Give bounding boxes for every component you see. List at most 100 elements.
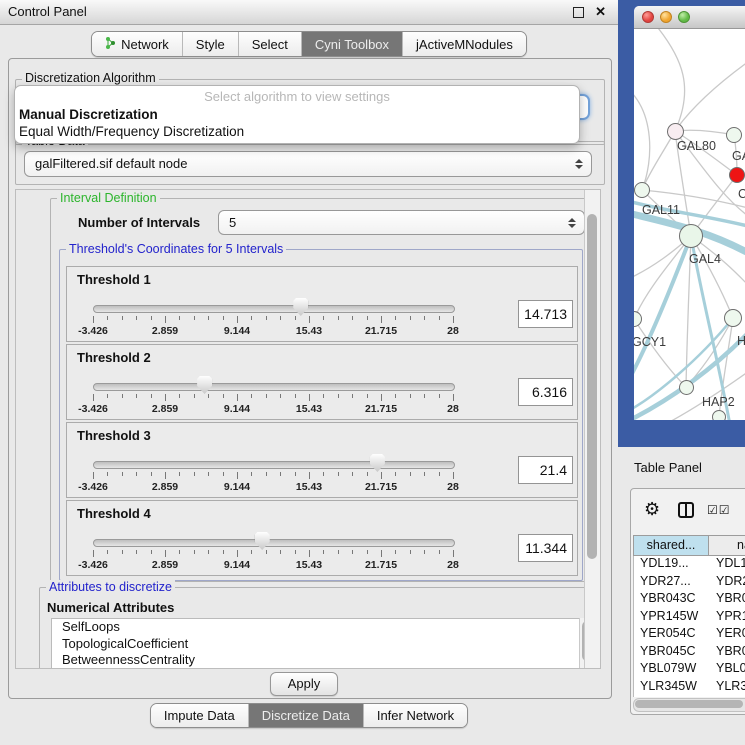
panel-title: Control Panel <box>8 4 87 19</box>
close-icon[interactable]: ✕ <box>595 4 606 19</box>
bottom-tab-bar: Impute DataDiscretize DataInfer Network <box>150 703 468 728</box>
number-of-intervals-value: 5 <box>229 215 236 230</box>
network-view-window: GAL80 GA C GAL11 GAL4 GCY1 H HAP2 <box>618 0 745 447</box>
table-panel: ⚙ ☑☑ shared... na YDL19...YDL1YDR27...YD… <box>630 488 745 715</box>
close-traffic-light-icon[interactable] <box>642 11 654 23</box>
table-row[interactable]: YPR145WYPR1 <box>634 609 745 627</box>
cyni-toolbox-panel: Discretization Algorithm Select algorith… <box>8 58 612 699</box>
node-label: C <box>738 187 745 201</box>
threshold-label: Threshold 3 <box>77 428 151 443</box>
network-node[interactable] <box>712 410 726 420</box>
threshold-panel-4: Threshold 4 -3.4262.8599.14415.4321.71528… <box>66 500 578 576</box>
attribute-item[interactable]: SelfLoops <box>52 619 580 636</box>
column-checkboxes-icon[interactable]: ☑☑ <box>707 503 731 517</box>
threshold-value-field[interactable]: 21.4 <box>518 456 573 484</box>
settings-vertical-scrollbar[interactable] <box>584 190 600 668</box>
node-label: HAP2 <box>702 395 735 409</box>
tab-select[interactable]: Select <box>239 32 302 56</box>
slider-thumb-icon[interactable] <box>255 532 270 550</box>
attribute-item[interactable]: BetweennessCentrality <box>52 652 580 669</box>
combo-arrows-icon <box>575 152 583 176</box>
slider-thumb-icon[interactable] <box>293 298 308 316</box>
threshold-slider[interactable]: -3.4262.8599.14415.4321.71528 <box>93 297 453 341</box>
table-row[interactable]: YBL079WYBL0 <box>634 661 745 679</box>
threshold-label: Threshold 1 <box>77 272 151 287</box>
threshold-panel-3: Threshold 3 -3.4262.8599.14415.4321.71528… <box>66 422 578 498</box>
slider-thumb-icon[interactable] <box>370 454 385 472</box>
threshold-value-field[interactable]: 14.713 <box>518 300 573 328</box>
table-row[interactable]: YER054CYER0 <box>634 626 745 644</box>
table-row[interactable]: YIL052CYIL0 <box>634 696 745 697</box>
node-label: GAL4 <box>689 252 721 266</box>
network-node-gal80[interactable] <box>667 123 684 140</box>
top-tab-bar: NetworkStyleSelectCyni ToolboxjActiveMNo… <box>91 31 527 57</box>
attribute-item[interactable]: TopologicalCoefficient <box>52 636 580 653</box>
tab-impute-data[interactable]: Impute Data <box>151 704 249 727</box>
table-horizontal-scrollbar[interactable] <box>633 698 745 712</box>
algorithm-placeholder: Select algorithm to view settings <box>15 86 579 106</box>
network-node-hap2[interactable] <box>679 380 694 395</box>
tab-infer-network[interactable]: Infer Network <box>364 704 467 727</box>
numerical-attributes-list[interactable]: SelfLoopsTopologicalCoefficientBetweenne… <box>51 618 581 669</box>
attributes-group-title: Attributes to discretize <box>46 580 175 594</box>
node-label: GCY1 <box>634 335 666 349</box>
apply-button[interactable]: Apply <box>270 672 338 696</box>
table-data-selected: galFiltered.sif default node <box>35 156 187 171</box>
network-node-ga[interactable] <box>726 127 742 143</box>
zoom-traffic-light-icon[interactable] <box>678 11 690 23</box>
node-label: GA <box>732 149 745 163</box>
slider-thumb-icon[interactable] <box>197 376 212 394</box>
algorithm-option-manual[interactable]: Manual Discretization <box>15 106 579 123</box>
table-row[interactable]: YDL19...YDL1 <box>634 556 745 574</box>
threshold-value-field[interactable]: 11.344 <box>518 534 573 562</box>
tab-jactivemnodules[interactable]: jActiveMNodules <box>403 32 526 56</box>
network-node-h[interactable] <box>724 309 742 327</box>
control-panel-titlebar: Control Panel ✕ <box>0 0 618 25</box>
threshold-panel-2: Threshold 2 -3.4262.8599.14415.4321.71528… <box>66 344 578 420</box>
threshold-label: Threshold 4 <box>77 506 151 521</box>
table-panel-region: Table Panel ⚙ ☑☑ shared... na YDL19...YD… <box>618 447 745 745</box>
network-window-titlebar[interactable] <box>634 6 745 29</box>
control-panel: Control Panel ✕ NetworkStyleSelectCyni T… <box>0 0 618 745</box>
threshold-slider[interactable]: -3.4262.8599.14415.4321.71528 <box>93 531 453 575</box>
number-of-intervals-combobox[interactable]: 5 <box>218 210 585 235</box>
threshold-label: Threshold 2 <box>77 350 151 365</box>
number-of-intervals-label: Number of Intervals <box>78 215 200 230</box>
table-row[interactable]: YBR043CYBR0 <box>634 591 745 609</box>
node-label: GAL80 <box>677 139 716 153</box>
network-node-c[interactable] <box>729 167 745 183</box>
split-columns-icon[interactable] <box>678 502 694 518</box>
tab-network[interactable]: Network <box>92 32 183 56</box>
table-row[interactable]: YBR045CYBR0 <box>634 644 745 662</box>
network-node-gal11[interactable] <box>634 182 650 198</box>
network-icon <box>105 36 116 52</box>
discretization-algorithm-title: Discretization Algorithm <box>22 71 159 85</box>
column-header-name[interactable]: na <box>709 536 745 555</box>
network-node-gal4[interactable] <box>679 224 703 248</box>
tab-style[interactable]: Style <box>183 32 239 56</box>
gear-icon[interactable]: ⚙ <box>644 499 660 520</box>
tab-cyni-toolbox[interactable]: Cyni Toolbox <box>302 32 403 56</box>
column-header-shared[interactable]: shared... <box>634 536 709 555</box>
node-label: GAL11 <box>642 203 680 217</box>
node-table: shared... na YDL19...YDL1YDR27...YDR2YBR… <box>633 535 745 697</box>
table-row[interactable]: YDR27...YDR2 <box>634 574 745 592</box>
combo-arrows-icon <box>568 211 576 234</box>
threshold-slider[interactable]: -3.4262.8599.14415.4321.71528 <box>93 375 453 419</box>
attributes-group: Attributes to discretize Numerical Attri… <box>39 587 596 669</box>
algorithm-dropdown-popup: Select algorithm to view settings Manual… <box>14 85 580 144</box>
float-window-icon[interactable] <box>573 7 584 18</box>
node-label: H <box>737 334 745 348</box>
table-panel-title: Table Panel <box>634 460 702 475</box>
table-data-combobox[interactable]: galFiltered.sif default node <box>24 151 592 177</box>
table-toolbar: ⚙ ☑☑ <box>631 489 745 535</box>
network-canvas[interactable]: GAL80 GA C GAL11 GAL4 GCY1 H HAP2 <box>634 29 745 420</box>
threshold-value-field[interactable]: 6.316 <box>518 378 573 406</box>
tab-discretize-data[interactable]: Discretize Data <box>249 704 364 727</box>
threshold-slider[interactable]: -3.4262.8599.14415.4321.71528 <box>93 453 453 497</box>
thresholds-group-title: Threshold's Coordinates for 5 Intervals <box>66 242 286 256</box>
interval-definition-title: Interval Definition <box>57 191 160 205</box>
minimize-traffic-light-icon[interactable] <box>660 11 672 23</box>
algorithm-option-equal-width[interactable]: Equal Width/Frequency Discretization <box>15 123 579 140</box>
table-row[interactable]: YLR345WYLR3 <box>634 679 745 697</box>
